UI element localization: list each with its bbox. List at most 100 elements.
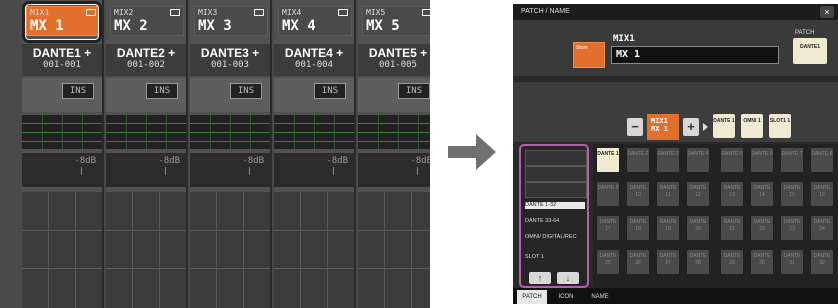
patch-tag-slot[interactable]: SLOT1 1	[769, 114, 791, 138]
patch-cell[interactable]: DANTE 30	[751, 250, 773, 274]
patch-button[interactable]: DANTE1	[793, 38, 827, 64]
level-tick	[81, 167, 82, 175]
patch-cell[interactable]: DANTE 14	[751, 182, 773, 206]
eq-gridline	[126, 115, 127, 149]
eq-gridline	[62, 115, 63, 149]
previous-channel-button[interactable]: −	[627, 118, 643, 136]
patch-cell[interactable]: DANTE 6	[751, 148, 773, 172]
eq-graph[interactable]	[22, 115, 102, 149]
fader-area[interactable]	[22, 192, 102, 308]
patch-cell[interactable]: DANTE 10	[627, 182, 649, 206]
eq-graph[interactable]	[274, 115, 354, 149]
patch-cell[interactable]: DANTE 8	[811, 148, 833, 172]
fader-gridline	[358, 230, 430, 231]
store-button[interactable]: Store	[573, 42, 605, 68]
fader-gridline	[106, 268, 186, 269]
patch-cell[interactable]: DANTE 27	[657, 250, 679, 274]
insert-button[interactable]: INS	[146, 83, 178, 99]
category-list: DANTE 1-32 DANTE 33-64 OMNI/ DIGITAL/REC…	[519, 144, 589, 288]
patch-cell[interactable]: DANTE 19	[657, 216, 679, 240]
eq-graph[interactable]	[190, 115, 270, 149]
scroll-up-button[interactable]: ↑	[529, 272, 551, 284]
tab-name[interactable]: NAME	[585, 290, 615, 304]
fader-area[interactable]	[274, 192, 354, 308]
fader-gridline	[132, 192, 133, 308]
eq-gridline	[418, 115, 419, 149]
patch-cell[interactable]: DANTE 17	[597, 216, 619, 240]
patch-cell[interactable]: DANTE 24	[811, 216, 833, 240]
patch-cell[interactable]: DANTE 7	[781, 148, 803, 172]
close-button[interactable]: ×	[820, 6, 834, 18]
fader-area[interactable]	[190, 192, 270, 308]
patch-cell[interactable]: DANTE 13	[721, 182, 743, 206]
eq-graph[interactable]	[358, 115, 430, 149]
insert-button[interactable]: INS	[230, 83, 262, 99]
patch-field[interactable]: DANTE5 +001-005	[358, 44, 430, 76]
patch-field[interactable]: DANTE1 +001-001	[22, 44, 102, 76]
dynamics-field[interactable]: -8dB	[190, 153, 270, 187]
patch-cell[interactable]: DANTE 12	[687, 182, 709, 206]
category-dante-33-64[interactable]: DANTE 33-64	[525, 218, 585, 225]
fader-gridline	[75, 192, 76, 308]
insert-button[interactable]: INS	[314, 83, 346, 99]
channel-button-id: MIX1	[651, 117, 668, 125]
fader-area[interactable]	[358, 192, 430, 308]
patch-cell[interactable]: DANTE 29	[721, 250, 743, 274]
category-omni-digital-rec[interactable]: OMNI/ DIGITAL/REC	[525, 234, 585, 241]
tab-icon[interactable]: ICON	[551, 290, 581, 304]
empty-slot	[525, 182, 587, 198]
channel-name: MX 5	[366, 18, 400, 34]
eq-gridline	[42, 115, 43, 149]
next-channel-button[interactable]: +	[683, 118, 699, 136]
dynamics-field[interactable]: -8dB	[106, 153, 186, 187]
selection-highlight-frame	[22, 1, 102, 43]
channel-name-field[interactable]: MX 1	[611, 46, 779, 64]
tab-patch[interactable]: PATCH	[517, 290, 547, 304]
category-dante-1-32[interactable]: DANTE 1-32	[525, 202, 585, 209]
dynamics-field[interactable]: -8dB	[274, 153, 354, 187]
eq-gridline	[294, 115, 295, 149]
patch-cell[interactable]: DANTE 32	[811, 250, 833, 274]
patch-field[interactable]: DANTE3 +001-003	[190, 44, 270, 76]
channel-name-button[interactable]: MIX3 MX 3	[194, 6, 268, 36]
patch-field[interactable]: DANTE2 +001-002	[106, 44, 186, 76]
category-slot-1[interactable]: SLOT 1	[525, 254, 585, 261]
patch-cell[interactable]: DANTE 22	[751, 216, 773, 240]
fader-area[interactable]	[106, 192, 186, 308]
channel-name-button[interactable]: MIX4 MX 4	[278, 6, 352, 36]
patch-cell[interactable]: DANTE 2	[627, 148, 649, 172]
patch-cell[interactable]: DANTE 4	[687, 148, 709, 172]
fader-gridline	[190, 230, 270, 231]
patch-cell[interactable]: DANTE 3	[657, 148, 679, 172]
dynamics-field[interactable]: -8dB	[22, 153, 102, 187]
level-tick	[165, 167, 166, 175]
patch-cell[interactable]: DANTE 23	[781, 216, 803, 240]
patch-cell[interactable]: DANTE 15	[781, 182, 803, 206]
patch-grid: DANTE 1 DANTE 2 DANTE 3 DANTE 4 DANTE 5 DANTE…	[593, 144, 838, 288]
patch-cell[interactable]: DANTE 9	[597, 182, 619, 206]
patch-cell[interactable]: DANTE 18	[627, 216, 649, 240]
channel-name-button[interactable]: MIX2 MX 2	[110, 6, 184, 36]
eq-graph[interactable]	[106, 115, 186, 149]
patch-cell[interactable]: DANTE 25	[597, 250, 619, 274]
patch-cell[interactable]: DANTE 28	[687, 250, 709, 274]
patch-cell[interactable]: DANTE 21	[721, 216, 743, 240]
current-channel-button[interactable]: MIX1 MX 1	[647, 114, 679, 140]
patch-cell[interactable]: DANTE 16	[811, 182, 833, 206]
patch-field[interactable]: DANTE4 +001-004	[274, 44, 354, 76]
channel-name-button[interactable]: MIX5 MX 5	[362, 6, 430, 36]
patch-cell[interactable]: DANTE 31	[781, 250, 803, 274]
patch-cell[interactable]: DANTE 26	[627, 250, 649, 274]
insert-button[interactable]: INS	[398, 83, 430, 99]
patch-cell[interactable]: DANTE 11	[657, 182, 679, 206]
patch-cell[interactable]: DANTE 5	[721, 148, 743, 172]
dynamics-field[interactable]: -8dB	[358, 153, 430, 187]
channel-strip: MIX2 MX 2 DANTE2 +001-002 INS -8dB	[106, 0, 188, 308]
patch-cell[interactable]: DANTE 20	[687, 216, 709, 240]
patch-tag-omni[interactable]: OMNI 1	[741, 114, 763, 138]
patch-tag-dante[interactable]: DANTE 1	[713, 114, 735, 138]
insert-button[interactable]: INS	[62, 83, 94, 99]
patch-cell[interactable]: DANTE 1	[597, 148, 619, 172]
scroll-down-button[interactable]: ↓	[557, 272, 579, 284]
fader-gridline	[384, 192, 385, 308]
